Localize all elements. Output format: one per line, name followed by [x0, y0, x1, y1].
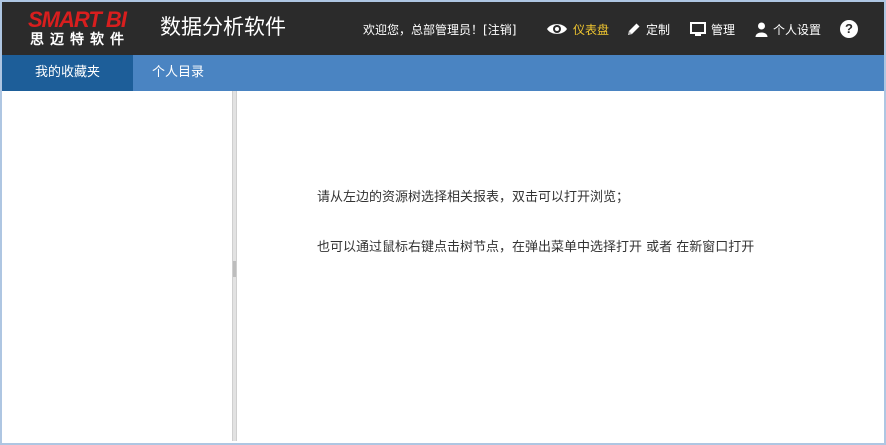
- main-content-panel: 请从左边的资源树选择相关报表，双击可以打开浏览； 也可以通过鼠标右键点击树节点，…: [237, 91, 884, 441]
- splitter-collapse-handle[interactable]: [233, 261, 236, 277]
- user-icon: [755, 22, 768, 37]
- welcome-text: 欢迎您，总部管理员！[注销]: [363, 21, 516, 39]
- monitor-icon: [690, 21, 706, 36]
- nav-personal-settings[interactable]: 个人设置: [755, 17, 821, 41]
- welcome-bracket-close: ]: [511, 23, 517, 37]
- welcome-greeting: 欢迎您，总部管理员！[: [363, 23, 488, 37]
- top-header: SMART BI 思迈特软件 数据分析软件 欢迎您，总部管理员！[注销] 仪表盘…: [2, 2, 884, 55]
- nav-personal-settings-label: 个人设置: [773, 22, 822, 37]
- resource-tree-panel[interactable]: [2, 91, 233, 441]
- help-icon[interactable]: ?: [840, 20, 858, 38]
- nav-dashboard-label: 仪表盘: [573, 22, 610, 37]
- eye-icon: [547, 24, 567, 34]
- app-title: 数据分析软件: [160, 15, 286, 39]
- tab-bar: 我的收藏夹 个人目录: [2, 55, 884, 91]
- nav-custom[interactable]: 定制: [626, 17, 670, 41]
- logout-link[interactable]: 注销: [488, 23, 512, 37]
- nav-dashboard[interactable]: 仪表盘: [546, 17, 609, 41]
- logo-wordmark: SMART BI: [28, 7, 127, 32]
- nav-custom-label: 定制: [646, 22, 671, 37]
- pencil-icon: [628, 23, 640, 35]
- nav-manage[interactable]: 管理: [690, 17, 735, 41]
- smartbi-logo: SMART BI 思迈特软件: [28, 9, 150, 51]
- hint-line-2: 也可以通过鼠标右键点击树节点，在弹出菜单中选择打开 或者 在新窗口打开: [317, 240, 755, 255]
- nav-manage-label: 管理: [711, 22, 736, 37]
- tab-my-favorites[interactable]: 我的收藏夹: [2, 55, 133, 91]
- logo-chinese-name: 思迈特软件: [30, 32, 130, 48]
- tab-personal-directory[interactable]: 个人目录: [133, 55, 223, 91]
- hint-line-1: 请从左边的资源树选择相关报表，双击可以打开浏览；: [317, 190, 630, 205]
